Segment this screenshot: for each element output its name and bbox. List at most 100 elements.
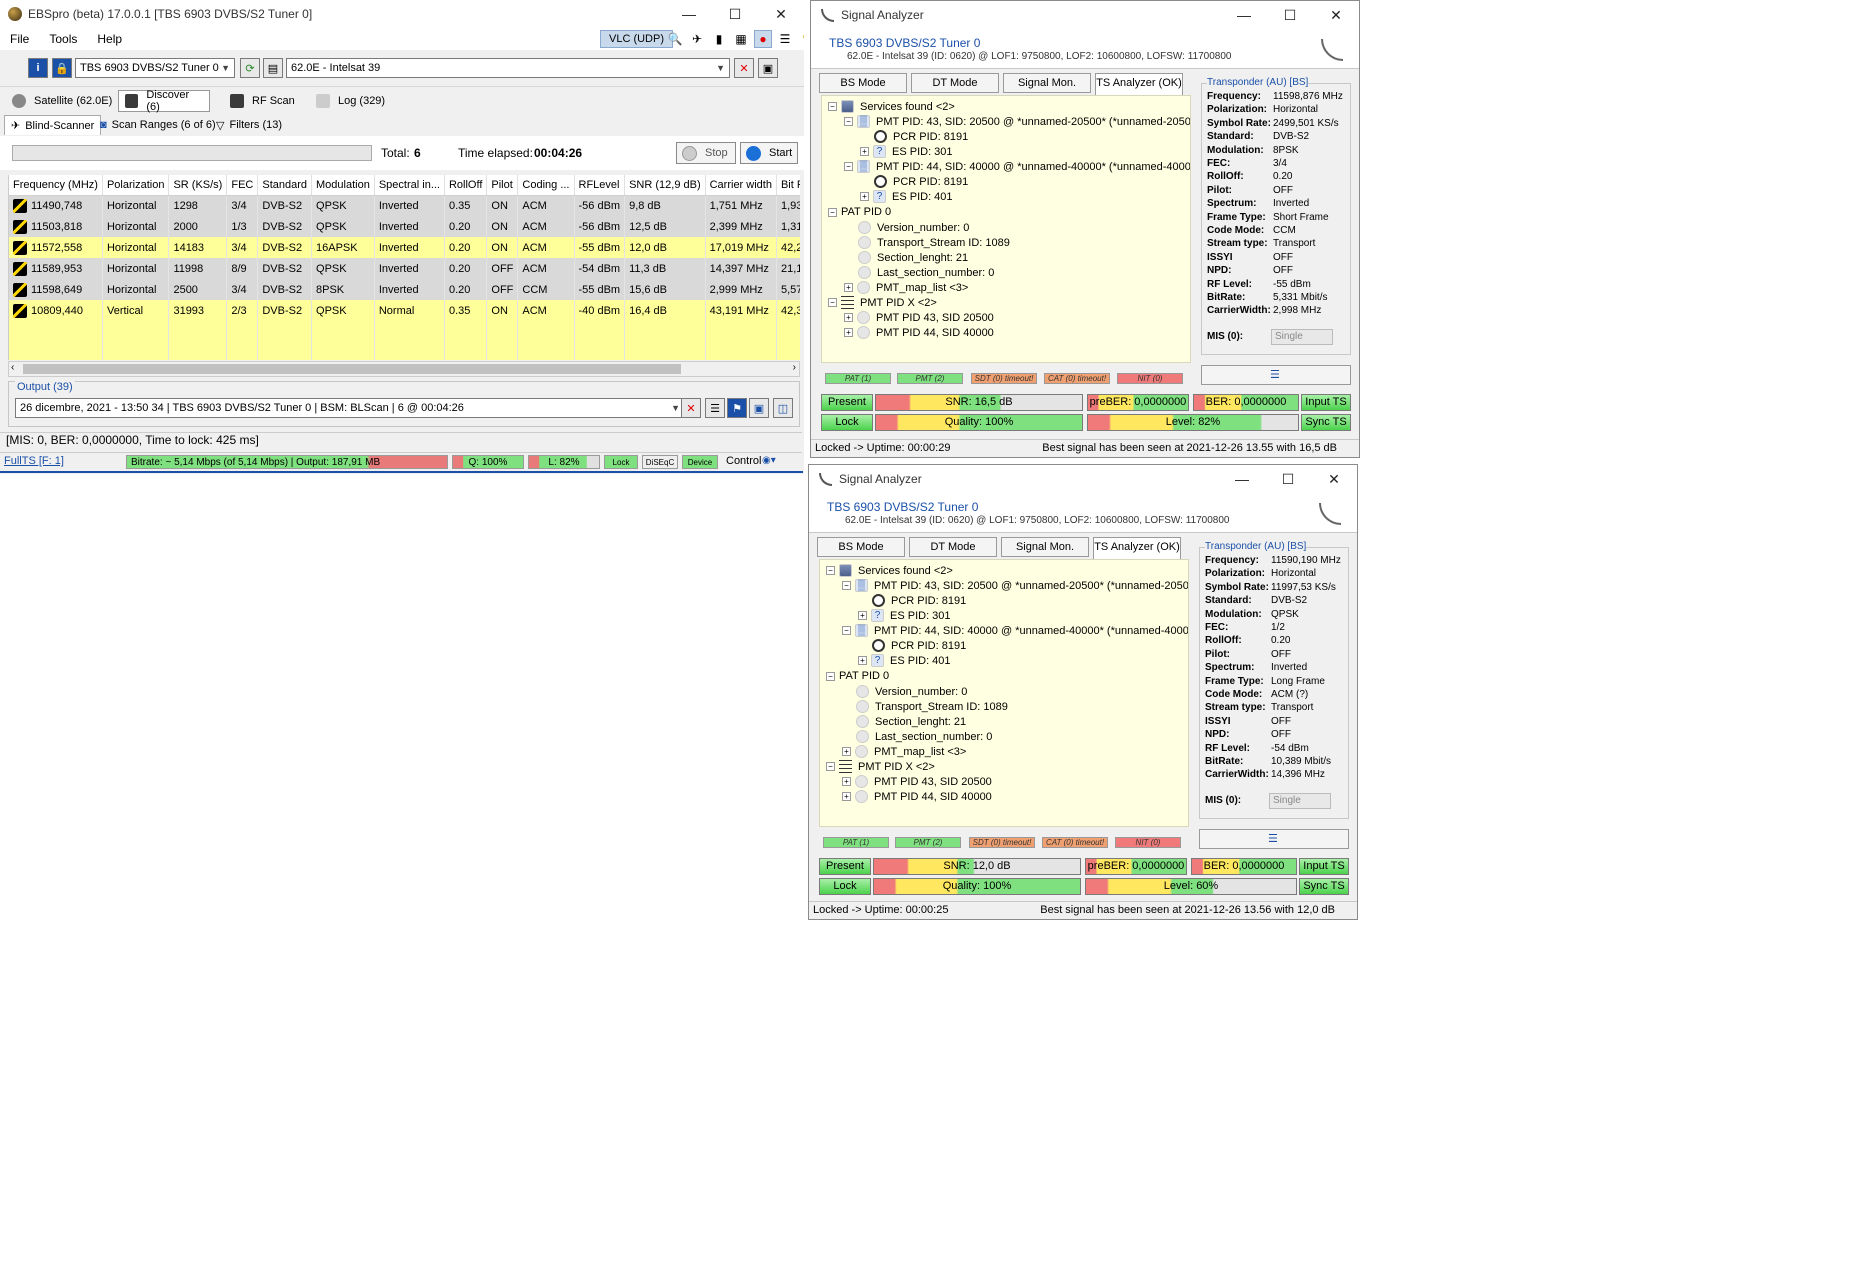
search-icon[interactable]: 🔍 xyxy=(666,30,684,48)
list-button[interactable]: ☰ xyxy=(1199,829,1349,849)
expand-icon[interactable]: + xyxy=(858,656,867,665)
table-row[interactable]: 11490,748 Horizontal 1298 3/4 DVB-S2 QPSK Inve… xyxy=(9,195,800,216)
collapse-icon[interactable]: − xyxy=(828,298,837,307)
screenshot-icon[interactable]: ◫ xyxy=(773,398,793,418)
collapse-icon[interactable]: − xyxy=(826,762,835,771)
tab-ts-analyzer[interactable]: TS Analyzer (OK) xyxy=(1093,537,1181,559)
tree-node[interactable]: PCR PID: 8191 xyxy=(872,594,966,607)
tree-node[interactable]: +? ES PID: 301 xyxy=(858,609,951,622)
table-row[interactable]: 10809,440 Vertical 31993 2/3 DVB-S2 QPSK Norma… xyxy=(9,300,800,321)
list-button[interactable]: ☰ xyxy=(1201,365,1351,385)
col-sr[interactable]: SR (KS/s) xyxy=(168,175,228,196)
col-fec[interactable]: FEC xyxy=(226,175,259,196)
tree-node[interactable]: Version_number: 0 xyxy=(858,221,969,234)
table-row[interactable]: 11598,649 Horizontal 2500 3/4 DVB-S2 8PSK Inve… xyxy=(9,279,800,300)
start-button[interactable]: Start xyxy=(740,142,798,164)
list-icon[interactable]: ☰ xyxy=(776,30,794,48)
col-modulation[interactable]: Modulation xyxy=(311,175,375,196)
tab-log[interactable]: Log (329) xyxy=(310,90,391,112)
menu-help[interactable]: Help xyxy=(87,32,132,46)
control-label[interactable]: Control xyxy=(726,455,761,467)
collapse-icon[interactable]: − xyxy=(826,671,835,681)
tree-node[interactable]: − PAT PID 0 xyxy=(828,206,891,218)
save-icon[interactable]: ▣ xyxy=(758,58,778,78)
table-row[interactable]: 11589,953 Horizontal 11998 8/9 DVB-S2 QPSK Inv… xyxy=(9,258,800,279)
tab-rf-scan[interactable]: RF Scan xyxy=(224,90,301,112)
tree-node[interactable]: Version_number: 0 xyxy=(856,685,967,698)
expand-icon[interactable]: + xyxy=(842,792,851,801)
tree-node[interactable]: + PMT PID 44, SID 40000 xyxy=(844,326,994,339)
col-standard[interactable]: Standard xyxy=(257,175,313,196)
expand-icon[interactable]: + xyxy=(860,192,869,201)
tree-node[interactable]: +? ES PID: 301 xyxy=(860,145,953,158)
tree-node[interactable]: + PMT PID 44, SID 40000 xyxy=(842,790,992,803)
table-row[interactable]: 11572,558 Horizontal 14183 3/4 DVB-S2 16APSK I… xyxy=(9,237,800,258)
tree-node[interactable]: Transport_Stream ID: 1089 xyxy=(858,236,1010,249)
col-pilot[interactable]: Pilot xyxy=(486,175,519,196)
tree-node[interactable]: PCR PID: 8191 xyxy=(874,130,968,143)
col-bitrate[interactable]: Bit R... xyxy=(776,175,800,196)
tree-node[interactable]: PCR PID: 8191 xyxy=(872,639,966,652)
scroll-right-icon[interactable]: › xyxy=(793,362,796,373)
tree-node[interactable]: + PMT PID 43, SID 20500 xyxy=(844,311,994,324)
col-frequency[interactable]: Frequency (MHz) xyxy=(9,175,103,196)
table-row[interactable]: 11503,818 Horizontal 2000 1/3 DVB-S2 QPSK Inve… xyxy=(9,216,800,237)
mis-select[interactable]: Single xyxy=(1271,329,1333,345)
tree-node[interactable]: − PAT PID 0 xyxy=(826,670,889,682)
tab-ts-analyzer[interactable]: TS Analyzer (OK) xyxy=(1095,73,1183,95)
settings-icon[interactable]: ▤ xyxy=(263,58,283,78)
tree-node[interactable]: PCR PID: 8191 xyxy=(874,175,968,188)
tree-node[interactable]: − PMT PID X <2> xyxy=(828,296,937,309)
minimize-icon[interactable]: — xyxy=(1221,1,1267,29)
collapse-icon[interactable]: − xyxy=(844,162,853,171)
minimize-icon[interactable]: — xyxy=(666,0,712,28)
scrollbar-thumb[interactable] xyxy=(23,364,681,374)
save-icon[interactable]: ▣ xyxy=(749,398,769,418)
lock-icon[interactable]: 🔒 xyxy=(52,58,72,78)
refresh-icon[interactable]: ⟳ xyxy=(240,58,260,78)
tab-satellite[interactable]: Satellite (62.0E) xyxy=(6,90,118,112)
maximize-icon[interactable]: ☐ xyxy=(1265,465,1311,493)
tree-node[interactable]: Last_section_number: 0 xyxy=(856,730,992,743)
scroll-left-icon[interactable]: ‹ xyxy=(11,362,14,373)
tree-node[interactable]: − Services found <2> xyxy=(826,564,953,577)
vlc-udp-button[interactable]: VLC (UDP) xyxy=(600,30,674,48)
menu-file[interactable]: File xyxy=(0,32,39,46)
expand-icon[interactable]: + xyxy=(860,147,869,156)
tree-node[interactable]: Last_section_number: 0 xyxy=(858,266,994,279)
list-icon[interactable]: ☰ xyxy=(705,398,725,418)
collapse-icon[interactable]: − xyxy=(842,626,851,635)
close-icon[interactable]: ✕ xyxy=(1313,1,1359,29)
mis-select[interactable]: Single xyxy=(1269,793,1331,809)
col-spectral[interactable]: Spectral in... xyxy=(374,175,445,196)
subtab-filters[interactable]: ▽ Filters (13) xyxy=(210,115,288,135)
pin-icon[interactable]: ✎ xyxy=(798,30,804,48)
col-coding[interactable]: Coding ... xyxy=(517,175,575,196)
tuner-select[interactable]: TBS 6903 DVBS/S2 Tuner 0 ▼ xyxy=(75,58,235,78)
tree-node[interactable]: − Services found <2> xyxy=(828,100,955,113)
tab-dt-mode[interactable]: DT Mode xyxy=(909,537,997,557)
collapse-icon[interactable]: − xyxy=(828,207,837,217)
flag-icon[interactable]: ⚑ xyxy=(727,398,747,418)
col-rflevel[interactable]: RFLevel xyxy=(574,175,626,196)
delete-icon[interactable]: ✕ xyxy=(734,58,754,78)
expand-icon[interactable]: + xyxy=(842,747,851,756)
tree-node[interactable]: Section_lenght: 21 xyxy=(856,715,966,728)
col-carrier-width[interactable]: Carrier width xyxy=(705,175,777,196)
fullts-link[interactable]: FullTS [F: 1] xyxy=(4,455,64,467)
info-icon[interactable]: i xyxy=(28,58,48,78)
clear-icon[interactable]: ✕ xyxy=(681,398,701,418)
bar-chart-icon[interactable]: ▮ xyxy=(710,30,728,48)
tree-node[interactable]: − ▒ PMT PID: 44, SID: 40000 @ *unnamed-400… xyxy=(842,624,1188,637)
tree-node[interactable]: − ▒ PMT PID: 44, SID: 40000 @ *unnamed-400… xyxy=(844,160,1190,173)
control-dropdown-icon[interactable]: ◉▾ xyxy=(762,455,776,466)
expand-icon[interactable]: + xyxy=(842,777,851,786)
collapse-icon[interactable]: − xyxy=(842,581,851,590)
stop-button[interactable]: Stop xyxy=(676,142,736,164)
col-snr[interactable]: SNR (12,9 dB) xyxy=(624,175,706,196)
tree-node[interactable]: + PMT_map_list <3> xyxy=(844,281,968,294)
tab-signal-mon[interactable]: Signal Mon. xyxy=(1003,73,1091,93)
close-icon[interactable]: ✕ xyxy=(1311,465,1357,493)
col-rolloff[interactable]: RollOff xyxy=(444,175,488,196)
menu-tools[interactable]: Tools xyxy=(39,32,87,46)
